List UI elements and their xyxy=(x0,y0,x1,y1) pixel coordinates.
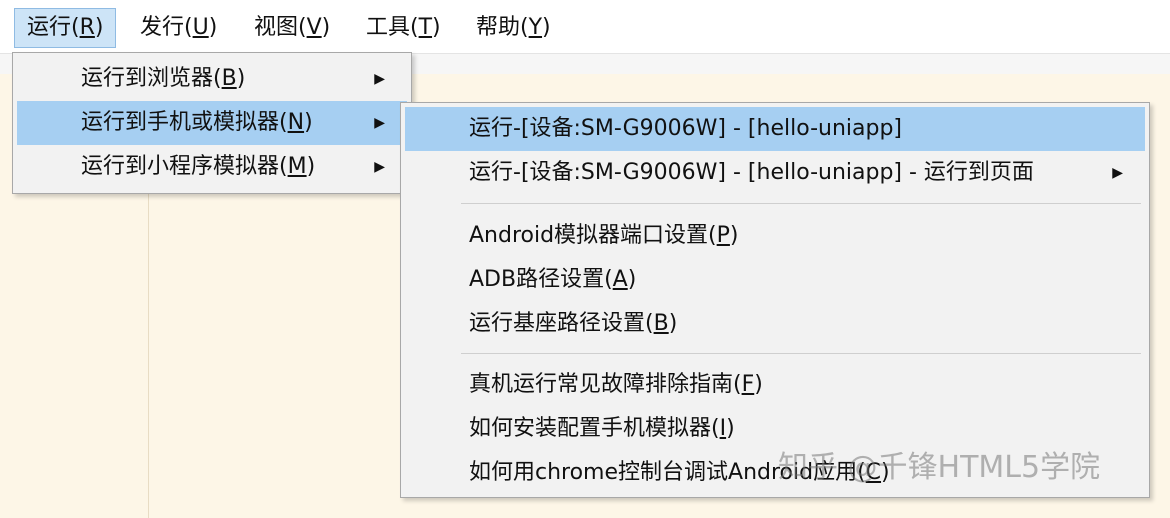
run-to-browser-label: 运行到浏览器(B) xyxy=(81,66,246,91)
base-path-item[interactable]: 运行基座路径设置(B) xyxy=(405,302,1145,346)
menu-publish[interactable]: 发行(U) xyxy=(128,8,229,48)
android-emulator-port-label: Android模拟器端口设置(P) xyxy=(469,223,739,248)
run-to-miniprogram-label: 运行到小程序模拟器(M) xyxy=(81,154,316,179)
menu-tools-label: 工具( xyxy=(366,15,419,40)
adb-path-item[interactable]: ADB路径设置(A) xyxy=(405,258,1145,302)
menu-publish-tail: ) xyxy=(208,15,218,40)
menu-run-key: R xyxy=(79,15,95,40)
run-device-item[interactable]: 运行-[设备:SM-G9006W] - [hello-uniapp] xyxy=(405,107,1145,151)
menu-run-label: 运行( xyxy=(27,15,80,40)
menu-tools-tail: ) xyxy=(432,15,441,40)
menu-help-tail: ) xyxy=(542,15,551,40)
menu-help-label: 帮助( xyxy=(476,15,529,40)
run-to-miniprogram-item[interactable]: 运行到小程序模拟器(M) ▶ xyxy=(17,145,407,189)
menu-view-tail: ) xyxy=(321,15,331,40)
install-emulator-guide-label: 如何安装配置手机模拟器(I) xyxy=(469,416,735,441)
watermark-text: 知乎 @千锋HTML5学院 xyxy=(778,450,1101,485)
menu-help[interactable]: 帮助(Y) xyxy=(464,8,563,48)
menu-separator xyxy=(461,353,1141,354)
run-device-label: 运行-[设备:SM-G9006W] - [hello-uniapp] xyxy=(469,116,903,141)
device-submenu: 运行-[设备:SM-G9006W] - [hello-uniapp] 运行-[设… xyxy=(400,102,1150,498)
run-device-to-page-label: 运行-[设备:SM-G9006W] - [hello-uniapp] - 运行到… xyxy=(469,160,1034,185)
install-emulator-guide-item[interactable]: 如何安装配置手机模拟器(I) xyxy=(405,407,1145,451)
menu-view-key: V xyxy=(306,15,322,40)
menu-publish-key: U xyxy=(192,15,209,40)
menu-run-tail: ) xyxy=(94,15,104,40)
menu-separator xyxy=(461,203,1141,204)
run-to-device-label: 运行到手机或模拟器(N) xyxy=(81,110,313,135)
troubleshooting-guide-label: 真机运行常见故障排除指南(F) xyxy=(469,372,763,397)
menu-tools-key: T xyxy=(418,15,433,40)
submenu-arrow-icon: ▶ xyxy=(1112,165,1123,181)
android-emulator-port-item[interactable]: Android模拟器端口设置(P) xyxy=(405,214,1145,258)
adb-path-label: ADB路径设置(A) xyxy=(469,267,637,292)
submenu-arrow-icon: ▶ xyxy=(374,115,385,131)
troubleshooting-guide-item[interactable]: 真机运行常见故障排除指南(F) xyxy=(405,363,1145,407)
run-dropdown-menu: 运行到浏览器(B) ▶ 运行到手机或模拟器(N) ▶ 运行到小程序模拟器(M) … xyxy=(12,52,412,194)
submenu-arrow-icon: ▶ xyxy=(374,159,385,175)
menu-help-key: Y xyxy=(528,15,543,40)
menu-bar: 运行(R) 发行(U) 视图(V) 工具(T) 帮助(Y) xyxy=(0,0,1170,54)
menu-view-label: 视图( xyxy=(254,15,307,40)
menu-run[interactable]: 运行(R) xyxy=(14,8,117,48)
base-path-label: 运行基座路径设置(B) xyxy=(469,311,678,336)
run-to-device-item[interactable]: 运行到手机或模拟器(N) ▶ xyxy=(17,101,407,145)
run-to-browser-item[interactable]: 运行到浏览器(B) ▶ xyxy=(17,57,407,101)
menu-view[interactable]: 视图(V) xyxy=(242,8,342,48)
run-device-to-page-item[interactable]: 运行-[设备:SM-G9006W] - [hello-uniapp] - 运行到… xyxy=(405,151,1145,195)
menu-publish-label: 发行( xyxy=(140,15,193,40)
menu-tools[interactable]: 工具(T) xyxy=(354,8,453,48)
submenu-arrow-icon: ▶ xyxy=(374,71,385,87)
